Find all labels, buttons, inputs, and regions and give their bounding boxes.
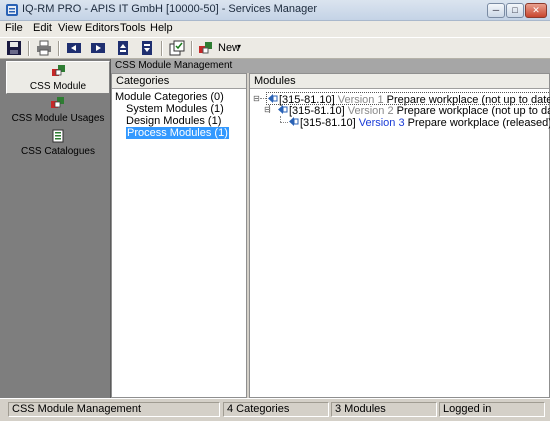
- left-navigation: CSS Module CSS Module Usages CSS Catalog…: [0, 59, 111, 398]
- category-item-label: System Modules (1): [126, 103, 224, 115]
- nav-item-css-catalogues[interactable]: CSS Catalogues: [6, 127, 110, 160]
- categories-panel: Categories Module Categories (0) System …: [111, 73, 247, 398]
- status-login: Logged in: [439, 402, 545, 417]
- close-button[interactable]: ✕: [525, 3, 547, 18]
- modules-panel: Modules ⊟ [315-81.10] Version 1 Prepare …: [249, 73, 550, 398]
- toolbar: New ▾: [0, 37, 550, 59]
- nav-item-label: CSS Module: [29, 81, 87, 92]
- category-item-label: Process Modules (1): [126, 127, 229, 139]
- menu-editors[interactable]: Editors: [85, 22, 119, 34]
- nav-item-label: CSS Module Usages: [11, 113, 105, 124]
- collapse-toggle-icon[interactable]: ⊟: [253, 94, 260, 103]
- nav-item-css-module-usages[interactable]: CSS Module Usages: [6, 94, 110, 127]
- toolbar-separator: [161, 41, 163, 56]
- status-modules-count: 3 Modules: [331, 402, 437, 417]
- download-icon[interactable]: [139, 40, 157, 57]
- new-dropdown-arrow-icon[interactable]: ▾: [237, 42, 241, 51]
- menu-tools[interactable]: Tools: [120, 22, 146, 34]
- toolbar-separator: [28, 41, 30, 56]
- maximize-button[interactable]: □: [506, 3, 524, 18]
- menu-view[interactable]: View: [58, 22, 82, 34]
- checklist-icon[interactable]: [169, 40, 187, 57]
- collapse-toggle-icon[interactable]: ⊟: [264, 105, 271, 114]
- module-text: Prepare workplace (released): [407, 117, 550, 129]
- category-item-label: Design Modules (1): [126, 115, 222, 127]
- new-module-icon[interactable]: [198, 40, 216, 57]
- window-title: IQ-RM PRO - APIS IT GmbH [10000-50] - Se…: [22, 3, 318, 15]
- nav-item-label: CSS Catalogues: [21, 146, 95, 157]
- category-item-selected[interactable]: Process Modules (1): [126, 127, 229, 140]
- toolbar-separator: [191, 41, 193, 56]
- module-link-icon: [288, 116, 299, 127]
- module-link-icon: [277, 104, 288, 115]
- menu-file[interactable]: File: [5, 22, 23, 34]
- status-view: CSS Module Management: [8, 402, 220, 417]
- nav-first-icon[interactable]: [66, 40, 84, 57]
- nav-item-css-module[interactable]: CSS Module: [6, 61, 110, 94]
- status-categories-count: 4 Categories: [223, 402, 329, 417]
- categories-heading: Categories: [112, 74, 246, 89]
- print-icon[interactable]: [36, 40, 54, 57]
- module-code: [315-81.10]: [300, 117, 356, 129]
- module-icon: [52, 64, 66, 78]
- upload-icon[interactable]: [115, 40, 133, 57]
- toolbar-separator: [58, 41, 60, 56]
- menu-edit[interactable]: Edit: [33, 22, 52, 34]
- module-usage-icon: [51, 96, 65, 110]
- title-bar: IQ-RM PRO - APIS IT GmbH [10000-50] - Se…: [0, 0, 550, 21]
- page-title: CSS Module Management: [111, 59, 550, 73]
- module-version: Version 3: [358, 117, 405, 129]
- category-root-label: Module Categories (0): [115, 91, 224, 103]
- module-link-icon: [267, 93, 278, 104]
- tree-connector: [280, 122, 288, 123]
- app-icon: [5, 3, 19, 17]
- module-row[interactable]: [315-81.10] Version 3 Prepare workplace …: [288, 116, 550, 129]
- catalogue-icon: [51, 129, 65, 143]
- nav-last-icon[interactable]: [90, 40, 108, 57]
- status-bar: CSS Module Management 4 Categories 3 Mod…: [0, 398, 550, 421]
- minimize-button[interactable]: ─: [487, 3, 505, 18]
- menu-bar: File Edit View Editors Tools Help: [0, 21, 550, 37]
- modules-heading: Modules: [250, 74, 549, 89]
- save-icon[interactable]: [6, 40, 24, 57]
- menu-help[interactable]: Help: [150, 22, 173, 34]
